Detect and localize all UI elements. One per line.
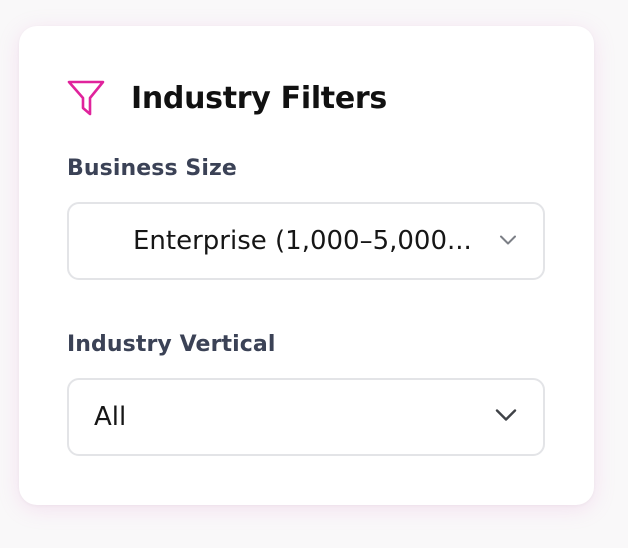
business-size-select[interactable]: Enterprise (1,000–5,000... [67,202,545,280]
chevron-down-icon [495,408,517,427]
industry-vertical-label: Industry Vertical [67,332,276,357]
business-size-label: Business Size [67,156,237,181]
panel-header: Industry Filters [67,78,387,118]
filter-funnel-icon [67,79,105,117]
industry-vertical-value: All [94,402,127,432]
industry-vertical-select[interactable]: All [67,378,545,456]
chevron-down-icon [499,232,517,251]
business-size-value: Enterprise (1,000–5,000... [133,226,472,256]
panel-title: Industry Filters [131,80,387,116]
industry-filters-panel: Industry Filters Business Size Enterpris… [19,26,594,505]
